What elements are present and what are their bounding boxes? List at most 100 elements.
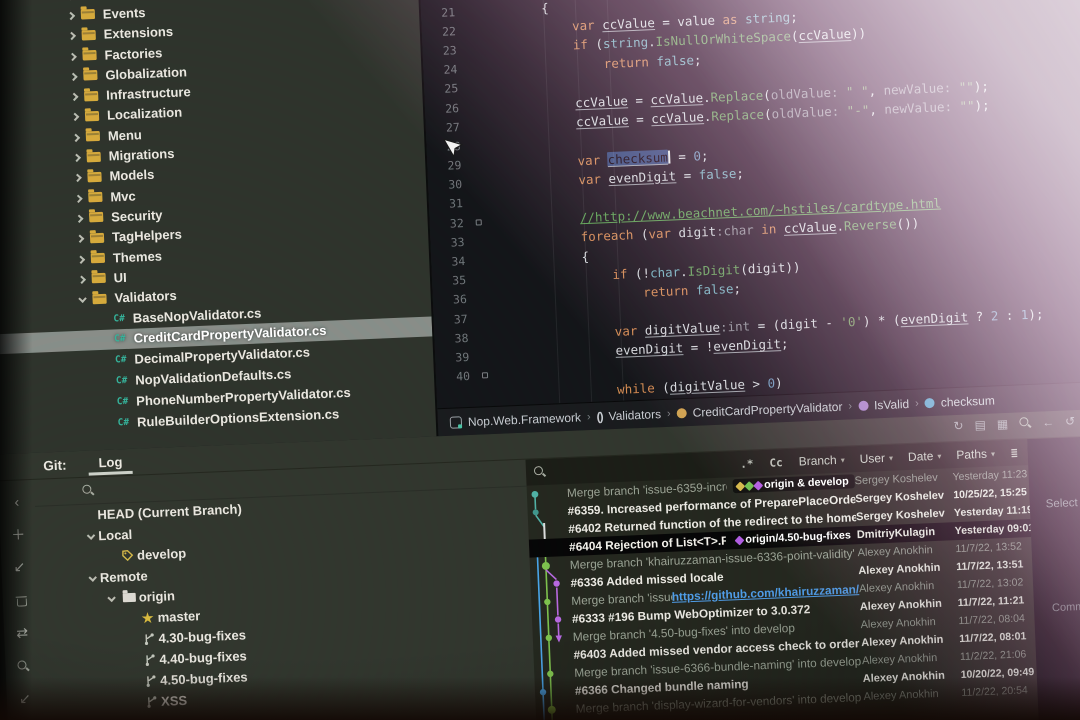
commit-author: Sergey Koshelev [854,471,948,487]
chevron-down-icon: ▾ [841,455,845,464]
tree-folder-label: Globalization [105,64,187,82]
line-number: 22 [422,23,469,39]
line-number: 36 [433,292,480,308]
chevron-right-icon[interactable] [74,275,90,283]
chevron-down-icon[interactable] [74,297,90,302]
breadcrumb-item[interactable]: Validators [608,407,661,423]
folder-icon [87,151,101,162]
solution-explorer[interactable]: ControllersEventsExtensionsFactoriesGlob… [0,0,438,456]
commit-author: Sergey Koshelev [856,507,950,523]
chevron-right-icon[interactable] [66,93,82,101]
gutter [479,298,493,299]
code-token: string [745,10,791,27]
breadcrumb-item[interactable]: checksum [941,393,996,409]
filter-user[interactable]: User▾ [859,451,893,466]
chevron-down-icon[interactable] [84,534,98,538]
tree-folder-label: UI [113,270,127,286]
delete-icon[interactable] [2,583,39,617]
chevron-spacer [83,515,97,516]
commit-author: Alexey Anokhin [859,579,953,595]
tree-folder-label: Extensions [103,24,173,42]
code-token: :int [720,319,751,335]
commit-date: 10/20/22, 09:49 [956,666,1036,681]
chevron-right-icon[interactable] [64,52,80,60]
breadcrumb-item[interactable]: CreditCardPropertyValidator [692,399,842,419]
code-token: , [869,102,885,118]
code-token [490,230,581,249]
tag-icon [735,535,745,545]
match-case-toggle-icon[interactable]: Cc [769,456,783,470]
folder-icon [85,111,99,122]
code-editor[interactable]: ? ext methods? exporting APIs override b… [420,0,1080,436]
code-token: = ! [683,339,714,355]
tree-folder-label: Mvc [110,188,136,204]
filter-paths[interactable]: Paths▾ [956,446,995,462]
code-token: evenDigit [900,310,968,328]
tab-log[interactable]: Log [88,450,133,475]
chevron-down-icon[interactable] [105,596,119,600]
chevron-right-icon[interactable] [65,72,81,80]
chevron-spacer [125,660,139,661]
csharp-file-icon: C# [113,313,125,324]
chevron-right-icon[interactable] [68,133,84,141]
chevron-right-icon[interactable] [73,255,89,263]
favorite-star-icon[interactable]: ★ [8,715,45,720]
filter-branch[interactable]: Branch▾ [798,453,845,469]
chevron-right-icon[interactable] [69,154,85,162]
search-icon[interactable] [1019,417,1031,429]
code-token: "" [959,98,975,114]
pull-arrow-icon[interactable]: ↙ [6,682,43,716]
gutter [473,164,487,165]
collapse-icon[interactable]: ‹ [0,484,35,518]
star-icon: ★ [137,609,158,626]
add-icon[interactable]: ＋ [0,517,37,551]
search-icon[interactable] [534,466,546,478]
branch-label: HEAD (Current Branch) [97,501,242,522]
grid-view-icon[interactable]: ▦ [997,417,1009,431]
paint-roller-icon[interactable]: ▤ [974,418,986,432]
folder-icon [88,192,102,203]
search-icon[interactable] [82,484,94,496]
class-icon [676,408,686,418]
breadcrumb-item[interactable]: Nop.Web.Framework [468,410,582,429]
tree-file-label: RuleBuilderOptionsExtension.cs [137,406,340,429]
git-header-toolbar: ↻▤▦←↺▨ [953,413,1080,433]
chevron-right-icon[interactable] [71,214,87,222]
chevron-right-icon[interactable] [67,113,83,121]
back-icon[interactable]: ← [1042,415,1055,429]
gutter [469,68,483,69]
breadcrumb-item[interactable]: IsValid [874,396,910,411]
compare-icon[interactable]: ⇄ [4,616,41,650]
chevron-right-icon[interactable] [70,194,86,202]
gutter [477,241,491,242]
gutter [478,279,492,280]
refresh-icon[interactable]: ↻ [953,419,964,433]
chevron-right-icon[interactable] [72,235,88,243]
checkout-arrow-icon[interactable]: ↙ [1,550,38,584]
code-area[interactable]: ? ext methods? exporting APIs override b… [420,0,1080,408]
line-number: 21 [421,4,468,20]
code-token: ; [736,165,744,180]
line-number: 31 [429,196,476,212]
chevron-spacer [124,618,138,619]
code-token [482,19,573,38]
chevron-right-icon[interactable] [63,12,79,20]
rollback-icon[interactable]: ↺ [1065,414,1076,428]
code-token: char [650,264,681,280]
gutter [480,337,494,338]
gutter [467,11,481,12]
regex-toggle-icon[interactable]: .* [740,457,754,471]
search-icon[interactable] [5,649,42,683]
code-token: ccValue [651,109,704,126]
tree-folder-label: Factories [104,45,162,62]
git-body: Bookmarks ‹＋↙⇄↙★ HEAD (Current Branch)Lo… [0,435,1080,720]
code-token: var [614,323,645,339]
intellisort-icon[interactable]: ≣ [1011,446,1018,459]
tree-folder-label: Events [103,5,146,22]
folder-icon [92,293,106,304]
chevron-down-icon[interactable] [86,576,100,580]
chevron-right-icon[interactable] [69,174,85,182]
filter-date[interactable]: Date▾ [908,449,942,464]
chevron-right-icon[interactable] [64,32,80,40]
gutter [483,394,497,395]
